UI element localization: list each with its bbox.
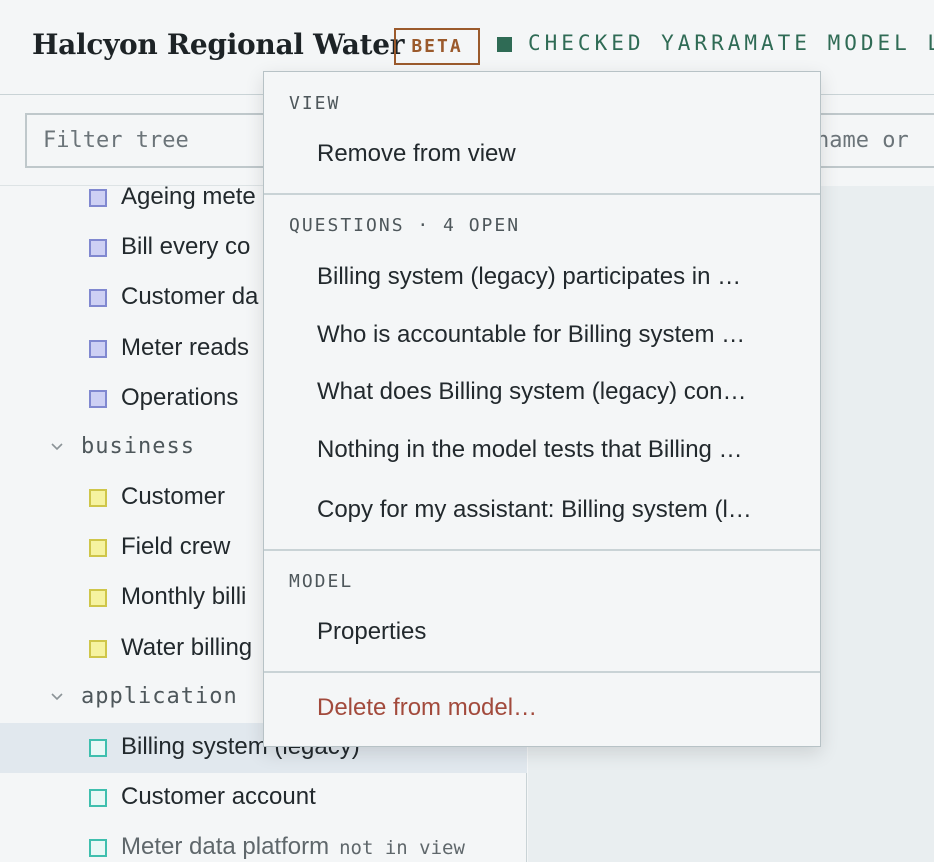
menu-section-questions: QUESTIONS · 4 OPEN (289, 215, 521, 236)
menu-divider (264, 193, 820, 195)
tree-item-label: Field crew (121, 533, 231, 560)
question-item[interactable]: What does Billing system (legacy) con… (317, 378, 797, 406)
motivation-element-icon (89, 340, 107, 358)
business-element-icon (89, 489, 107, 507)
tree-item-label: Ageing mete (121, 183, 256, 210)
tree-group-label: business (81, 434, 195, 459)
status-square-icon (497, 37, 512, 52)
tree-item-label: Water billing (121, 634, 253, 661)
menu-divider (264, 671, 820, 673)
tree-item-label: Meter data platform not in view (121, 833, 465, 861)
delete-from-model-item[interactable]: Delete from model… (317, 694, 797, 722)
motivation-element-icon (89, 239, 107, 257)
question-item[interactable]: Billing system (legacy) participates in … (317, 263, 797, 291)
business-element-icon (89, 539, 107, 557)
business-element-icon (89, 589, 107, 607)
application-element-icon (89, 839, 107, 857)
tree-item-label: Customer (121, 483, 226, 510)
tree-item[interactable]: Meter data platform not in view (0, 823, 527, 862)
tree-item-label: Customer account (121, 783, 316, 810)
tree-item-label: Meter reads (121, 334, 250, 361)
business-element-icon (89, 640, 107, 658)
tree-item-text: Meter data platform (121, 833, 330, 860)
motivation-element-icon (89, 390, 107, 408)
properties-item[interactable]: Properties (317, 618, 797, 646)
model-status-text: CHECKED YARRAMATE MODEL L (528, 31, 934, 55)
tree-group-label: application (81, 684, 238, 709)
question-item[interactable]: Who is accountable for Billing system … (317, 321, 797, 349)
tree-item-label: Bill every co (121, 233, 251, 260)
menu-section-view: VIEW (289, 93, 341, 114)
application-element-icon (89, 789, 107, 807)
beta-badge: BETA (394, 28, 480, 65)
not-in-view-tag: not in view (339, 837, 465, 859)
tree-item-label: Operations (121, 384, 239, 411)
motivation-element-icon (89, 289, 107, 307)
motivation-element-icon (89, 189, 107, 207)
context-menu: VIEW Remove from view QUESTIONS · 4 OPEN… (263, 71, 821, 747)
chevron-down-icon[interactable] (50, 690, 64, 704)
copy-for-assistant-item[interactable]: Copy for my assistant: Billing system (l… (317, 496, 797, 524)
menu-section-model: MODEL (289, 571, 354, 592)
remove-from-view-item[interactable]: Remove from view (317, 140, 797, 168)
tree-item-label: Monthly billi (121, 583, 247, 610)
search-input-text: name or (816, 128, 909, 153)
menu-divider (264, 549, 820, 551)
tree-item[interactable]: Customer account (0, 773, 527, 823)
app-title: Halcyon Regional Water (32, 28, 405, 61)
application-element-icon (89, 739, 107, 757)
chevron-down-icon[interactable] (50, 440, 64, 454)
tree-item-label: Customer da (121, 283, 259, 310)
question-item[interactable]: Nothing in the model tests that Billing … (317, 436, 797, 464)
